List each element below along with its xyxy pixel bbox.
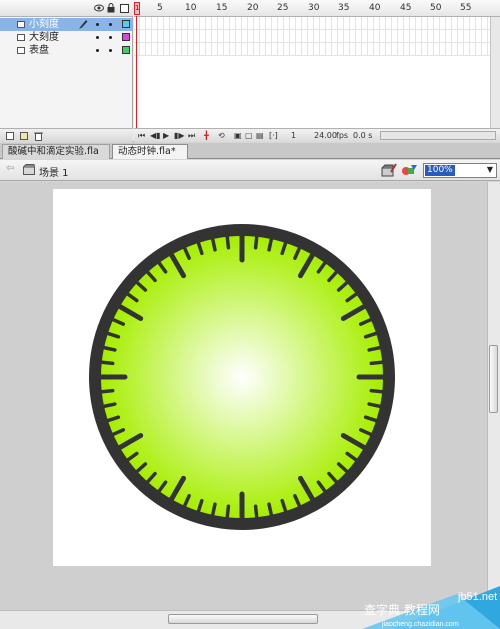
loop-icon[interactable]: ⟲ <box>218 131 225 140</box>
minute-tick <box>225 233 231 250</box>
eye-icon[interactable] <box>94 4 104 12</box>
tab-clock-fla[interactable]: 动态时钟.fla* <box>112 144 188 159</box>
trash-icon[interactable] <box>34 131 43 141</box>
minute-tick <box>369 388 386 394</box>
minute-tick <box>98 388 115 394</box>
layer-row[interactable]: 小刻度 <box>0 18 133 31</box>
document-tabs: 酸碱中和滴定实验.fla 动态时钟.fla* <box>0 143 500 159</box>
tab-titration-fla[interactable]: 酸碱中和滴定实验.fla <box>2 144 110 159</box>
zoom-value: 100% <box>425 165 455 176</box>
frame-number: 10 <box>185 3 197 13</box>
frame-number: 15 <box>216 3 228 13</box>
watermark-url: jiaocheng.chazidian.com <box>381 621 459 628</box>
minute-tick <box>225 504 231 521</box>
frame-number: 40 <box>369 3 381 13</box>
minute-tick <box>98 360 115 366</box>
stage[interactable] <box>53 189 431 566</box>
frame-number: 30 <box>308 3 320 13</box>
timeline-hscroll[interactable] <box>380 131 496 140</box>
layer-name: 小刻度 <box>29 19 59 30</box>
minute-tick <box>369 360 386 366</box>
current-frame: 1 <box>291 131 297 140</box>
chevron-down-icon[interactable]: ▼ <box>487 165 493 174</box>
vertical-scroll-thumb[interactable] <box>489 345 498 413</box>
edit-symbols-icon[interactable] <box>401 163 419 177</box>
visibility-dot[interactable] <box>96 36 99 39</box>
minute-tick <box>253 233 259 250</box>
timeline-controls: ⏮ ◀▮ ▶ ▮▶ ⏭ ╋ ⟲ ▣ ▢ ▤ [·] 1 24.00 fps 0.… <box>134 128 500 142</box>
frame-number: 50 <box>430 3 442 13</box>
layer-color-swatch[interactable] <box>122 20 130 28</box>
frame-number: 5 <box>157 3 163 13</box>
layer-name: 大刻度 <box>29 32 59 43</box>
watermark-site: jb51.net <box>457 591 497 603</box>
layer-color-swatch[interactable] <box>122 33 130 41</box>
clock-graphic[interactable] <box>53 189 431 566</box>
minute-tick <box>253 504 259 521</box>
layer-footer <box>0 128 133 142</box>
scene-label[interactable]: 场景 1 <box>39 164 69 179</box>
frame-number: 35 <box>338 3 350 13</box>
frame-number: 20 <box>247 3 259 13</box>
fps-unit: fps <box>336 131 349 140</box>
layer-row[interactable]: 大刻度 <box>0 31 133 44</box>
edit-scene-icon[interactable] <box>381 163 397 177</box>
edit-multiple-icon[interactable]: ▤ <box>256 131 264 140</box>
layer-color-swatch[interactable] <box>122 46 130 54</box>
last-frame-button[interactable]: ⏭ <box>188 131 195 141</box>
outline-icon[interactable] <box>120 4 129 13</box>
step-back-button[interactable]: ◀▮ <box>150 131 161 140</box>
new-folder-icon[interactable] <box>20 132 28 140</box>
first-frame-button[interactable]: ⏮ <box>138 131 145 141</box>
new-layer-icon[interactable] <box>6 132 14 140</box>
lock-icon[interactable] <box>107 3 115 13</box>
visibility-dot[interactable] <box>96 49 99 52</box>
scene-icon <box>23 164 35 175</box>
layer-name: 表盘 <box>29 45 49 56</box>
layer-icon <box>17 21 25 28</box>
visibility-dot[interactable] <box>96 23 99 26</box>
lock-dot[interactable] <box>109 49 112 52</box>
elapsed-time: 0.0 s <box>353 131 373 140</box>
frame-grid[interactable] <box>134 17 490 56</box>
onion-skin-icon[interactable]: ▣ <box>234 131 242 140</box>
frame-ruler[interactable]: 5 10 15 20 25 30 35 40 45 50 55 <box>134 0 500 17</box>
playhead-frame: 1 <box>135 4 140 12</box>
playhead[interactable]: 1 <box>134 2 140 128</box>
watermark-brand: 查字典 教程网 <box>364 602 440 617</box>
zoom-select[interactable]: 100% ▼ <box>423 163 497 178</box>
onion-markers-icon[interactable]: [·] <box>269 131 278 140</box>
onion-outline-icon[interactable]: ▢ <box>245 131 253 140</box>
layer-row[interactable]: 表盘 <box>0 44 133 57</box>
edit-bar: ⇦ 场景 1 100% ▼ <box>0 160 500 181</box>
clock-face <box>101 236 383 518</box>
lock-dot[interactable] <box>109 23 112 26</box>
watermark: jb51.net 查字典 教程网 jiaocheng.chazidian.com <box>362 586 500 629</box>
play-button[interactable]: ▶ <box>163 131 169 140</box>
frame-rate[interactable]: 24.00 <box>314 131 337 140</box>
pencil-icon <box>79 20 88 29</box>
center-frame-icon[interactable]: ╋ <box>204 131 209 140</box>
frame-number: 45 <box>400 3 412 13</box>
back-arrow-icon[interactable]: ⇦ <box>6 163 14 174</box>
layer-header <box>0 0 133 17</box>
frame-number: 25 <box>277 3 289 13</box>
layer-icon <box>17 47 25 54</box>
frame-number: 55 <box>460 3 472 13</box>
horizontal-scroll-thumb[interactable] <box>168 614 318 624</box>
lock-dot[interactable] <box>109 36 112 39</box>
layer-icon <box>17 34 25 41</box>
step-forward-button[interactable]: ▮▶ <box>174 131 185 140</box>
timeline-scrollbar[interactable] <box>490 17 500 128</box>
